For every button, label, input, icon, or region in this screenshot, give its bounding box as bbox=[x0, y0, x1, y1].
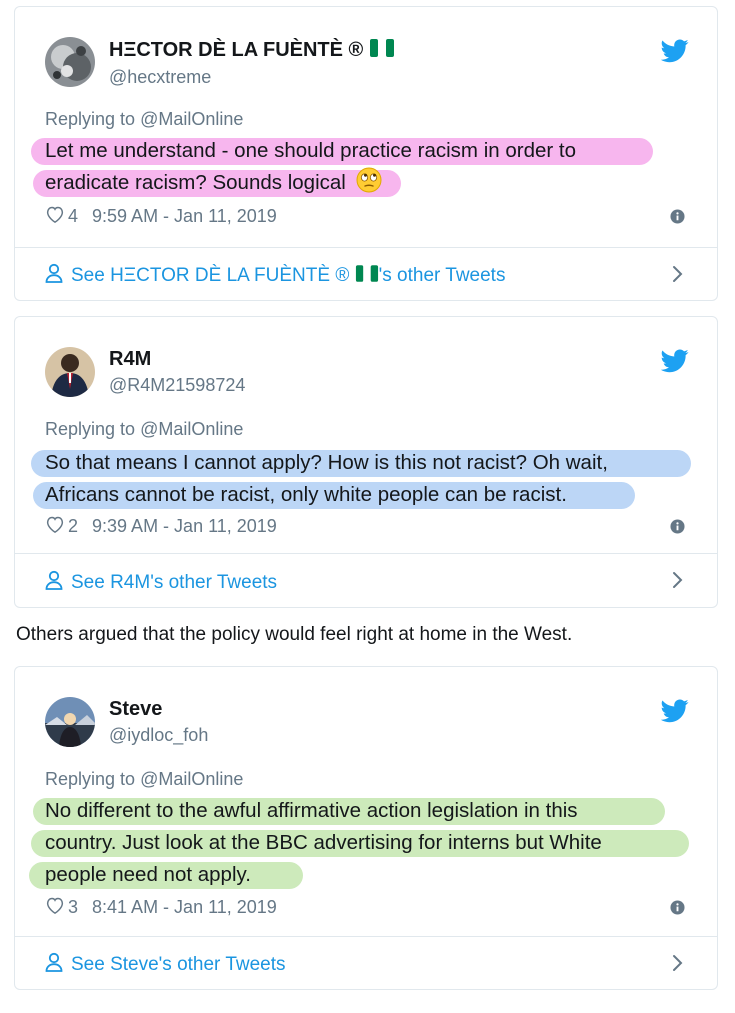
info-icon[interactable] bbox=[670, 209, 685, 224]
twitter-bird-icon[interactable] bbox=[660, 699, 689, 723]
tweet-meta: 3 8:41 AM - Jan 11, 2019 bbox=[45, 896, 277, 919]
person-icon bbox=[45, 263, 63, 289]
like-count: 3 bbox=[68, 897, 79, 917]
tweet-text-line: country. Just look at the BBC advertisin… bbox=[31, 827, 689, 859]
divider bbox=[15, 553, 717, 554]
chevron-right-icon[interactable] bbox=[671, 571, 685, 589]
tweet-text-line: Africans cannot be racist, only white pe… bbox=[33, 479, 635, 511]
person-icon bbox=[45, 570, 63, 596]
timestamp[interactable]: 8:41 AM - Jan 11, 2019 bbox=[92, 897, 277, 918]
tweet-text-line: people need not apply. bbox=[29, 859, 602, 891]
divider bbox=[15, 936, 717, 937]
display-name[interactable]: Steve bbox=[109, 698, 162, 721]
tweet-card-r4m: R4M @R4M21598724 Replying to @MailOnline… bbox=[14, 316, 718, 608]
info-icon[interactable] bbox=[670, 900, 685, 915]
heart-outline-icon[interactable] bbox=[45, 205, 65, 228]
rolling-eyes-emoji-icon bbox=[356, 167, 382, 203]
heart-outline-icon[interactable] bbox=[45, 515, 65, 538]
user-handle[interactable]: @R4M21598724 bbox=[109, 375, 245, 396]
tweet-text: So that means I cannot apply? How is thi… bbox=[31, 447, 691, 511]
see-other-tweets-link[interactable]: See HΞCTOR DÈ LA FUÈNTÈ ® 's other Tweet… bbox=[45, 263, 505, 289]
display-name[interactable]: R4M bbox=[109, 348, 151, 371]
tweet-text: Let me understand - one should practice … bbox=[31, 135, 653, 203]
tweet-text-line: eradicate racism? Sounds logical bbox=[33, 167, 576, 203]
person-icon bbox=[45, 952, 63, 978]
timestamp[interactable]: 9:59 AM - Jan 11, 2019 bbox=[92, 206, 277, 227]
tweet-card-steve: Steve @iydloc_foh Replying to @MailOnlin… bbox=[14, 666, 718, 990]
info-icon[interactable] bbox=[670, 519, 685, 534]
tweet-text: No different to the awful affirmative ac… bbox=[29, 795, 689, 891]
article-paragraph: Others argued that the policy would feel… bbox=[16, 624, 573, 645]
tweet-meta: 2 9:39 AM - Jan 11, 2019 bbox=[45, 515, 277, 538]
twitter-bird-icon[interactable] bbox=[660, 349, 689, 373]
replying-to: Replying to @MailOnline bbox=[45, 109, 244, 129]
heart-outline-icon[interactable] bbox=[45, 896, 65, 919]
tweet-text-line: Let me understand - one should practice … bbox=[31, 135, 653, 167]
see-other-tweets-link[interactable]: See Steve's other Tweets bbox=[45, 952, 286, 978]
replying-to: Replying to @MailOnline bbox=[45, 769, 244, 789]
chevron-right-icon[interactable] bbox=[671, 265, 685, 283]
display-name[interactable]: HΞCTOR DÈ LA FUÈNTÈ ® bbox=[109, 38, 395, 64]
replying-to: Replying to @MailOnline bbox=[45, 419, 244, 439]
avatar[interactable] bbox=[45, 37, 95, 87]
like-count: 2 bbox=[68, 516, 79, 536]
mention-link[interactable]: @MailOnline bbox=[140, 109, 243, 129]
see-other-tweets-link[interactable]: See R4M's other Tweets bbox=[45, 570, 277, 596]
timestamp[interactable]: 9:39 AM - Jan 11, 2019 bbox=[92, 516, 277, 537]
tweet-text-line: So that means I cannot apply? How is thi… bbox=[31, 447, 691, 479]
nigeria-flag-icon bbox=[369, 38, 395, 64]
twitter-bird-icon[interactable] bbox=[660, 39, 689, 63]
mention-link[interactable]: @MailOnline bbox=[140, 419, 243, 439]
user-handle[interactable]: @iydloc_foh bbox=[109, 725, 208, 746]
chevron-right-icon[interactable] bbox=[671, 954, 685, 972]
nigeria-flag-icon bbox=[355, 264, 379, 289]
avatar[interactable] bbox=[45, 347, 95, 397]
tweet-meta: 4 9:59 AM - Jan 11, 2019 bbox=[45, 205, 277, 228]
tweet-card-hector: HΞCTOR DÈ LA FUÈNTÈ ® @hecxtreme Replyin… bbox=[14, 6, 718, 301]
avatar[interactable] bbox=[45, 697, 95, 747]
mention-link[interactable]: @MailOnline bbox=[140, 769, 243, 789]
like-count: 4 bbox=[68, 206, 79, 226]
tweet-text-line: No different to the awful affirmative ac… bbox=[33, 795, 665, 827]
user-handle[interactable]: @hecxtreme bbox=[109, 67, 211, 88]
divider bbox=[15, 247, 717, 248]
